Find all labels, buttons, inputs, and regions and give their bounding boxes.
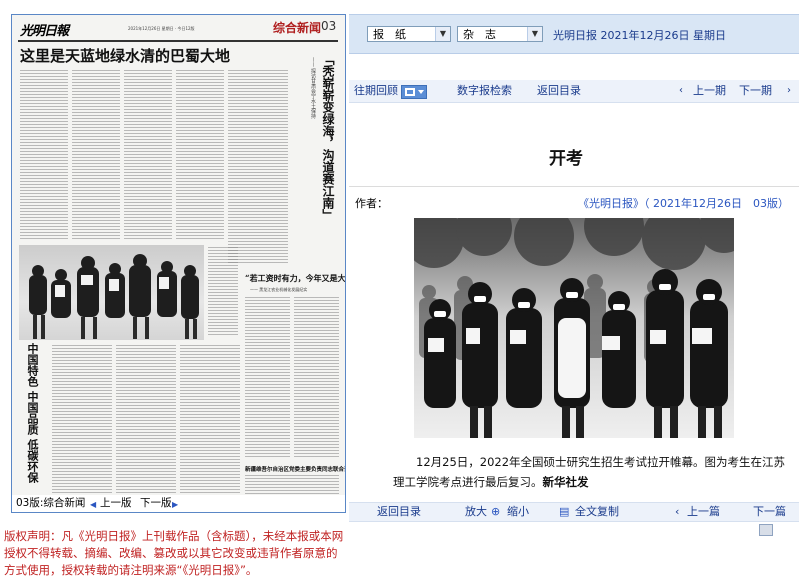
masthead-section: 综合新闻 xyxy=(273,21,322,35)
next-article-link[interactable]: 下一篇 xyxy=(753,503,786,521)
prev-issue-link[interactable]: 上一期 xyxy=(693,80,726,102)
article-nav-bar: 往期回顾 数字报检索 返回目录 ‹ 上一期 下一期 › xyxy=(349,80,799,103)
next-page-link[interactable]: 下一版 xyxy=(140,495,172,512)
issue-weekday: 星期日 xyxy=(693,29,726,42)
zoom-in-button[interactable]: 放大 xyxy=(465,503,487,521)
text-column xyxy=(124,70,172,240)
chevron-down-icon: ▼ xyxy=(435,27,450,41)
paper-mid-headline[interactable]: “若工资时有力，今年又是大丰收” xyxy=(245,273,345,284)
top-toolbar: 报 纸 ▼ 杂 志 ▼ 光明日报 2021年12月26日 星期日 xyxy=(349,14,799,54)
digital-search-link[interactable]: 数字报检索 xyxy=(457,80,512,102)
issue-date-text: 2021年12月26日 xyxy=(600,29,690,42)
masthead-meta: 2021年12月26日 星期日 · 今日12版 xyxy=(128,26,195,31)
author-label: 作者： xyxy=(355,197,388,210)
zoom-out-button[interactable]: 缩小 xyxy=(507,503,529,521)
text-column xyxy=(52,345,112,495)
photo-agency: 新华社发 xyxy=(542,475,589,489)
zoom-in-icon[interactable]: ⊕ xyxy=(491,503,500,521)
text-column xyxy=(180,345,240,495)
paper-mid-subtitle: —— 黑龙江农业机械化发展纪实 xyxy=(250,287,308,292)
prev-page-arrow-icon[interactable]: ◀ xyxy=(90,496,96,513)
issue-date: 光明日报 2021年12月26日 星期日 xyxy=(553,27,726,43)
paper-vertical-title[interactable]: 「秃崭崭变绿海，沟道赛江南」 xyxy=(317,53,339,221)
paper-vertical-subtitle: —— 探访甘肃会宁水土保持 xyxy=(310,57,316,119)
newspaper-logo: 光明日報 xyxy=(20,24,69,39)
page-section-label: 03版:综合新闻 xyxy=(16,497,86,509)
article-title: 开考 xyxy=(549,149,583,169)
article-pane: 报 纸 ▼ 杂 志 ▼ 光明日报 2021年12月26日 星期日 往期回顾 数字… xyxy=(349,0,799,580)
text-column xyxy=(116,345,176,495)
next-page-arrow-icon[interactable]: ▶ xyxy=(172,496,178,513)
newspaper-pane: 光明日報 2021年12月26日 星期日 · 今日12版 综合新闻 03 这里是… xyxy=(0,0,348,580)
masthead: 光明日報 2021年12月26日 星期日 · 今日12版 综合新闻 03 xyxy=(18,18,338,42)
paper-bottom-headline[interactable]: 新疆维吾尔自治区党委主要负责同志联合调研 xyxy=(245,465,345,473)
text-column xyxy=(176,70,224,240)
text-column xyxy=(245,297,290,457)
copy-full-text-button[interactable]: 全文复制 xyxy=(575,503,619,521)
next-issue-link[interactable]: 下一期 xyxy=(739,80,772,102)
article-photo[interactable] xyxy=(414,218,734,438)
newspaper-select-value: 报 纸 xyxy=(373,28,406,41)
magazine-select-value: 杂 志 xyxy=(463,28,496,41)
chevron-down-icon: ▼ xyxy=(527,27,542,41)
paper-headline[interactable]: 这里是天蓝地绿水清的巴蜀大地 xyxy=(20,45,230,66)
paper-name: 光明日报 xyxy=(553,29,597,42)
back-to-index-link[interactable]: 返回目录 xyxy=(537,80,581,102)
paper-photo-thumbnail[interactable] xyxy=(19,245,204,340)
prev-article-link[interactable]: 上一篇 xyxy=(687,503,720,521)
newspaper-page-image[interactable]: 光明日報 2021年12月26日 星期日 · 今日12版 综合新闻 03 这里是… xyxy=(11,14,346,512)
text-column xyxy=(20,70,68,240)
text-column xyxy=(72,70,120,240)
page-nav-bar: 03版:综合新闻 ◀ 上一版 下一版 ▶ xyxy=(11,495,346,513)
print-icon[interactable] xyxy=(759,524,773,536)
photo-caption-text: 12月25日，2022年全国硕士研究生招生考试拉开帷幕。图为考生在江苏理工学院考… xyxy=(393,455,786,489)
text-column xyxy=(228,70,288,265)
text-column xyxy=(294,297,339,457)
divider xyxy=(349,186,799,187)
prev-article-arrow-icon[interactable]: ‹ xyxy=(675,503,679,521)
photo-caption: 12月25日，2022年全国硕士研究生招生考试拉开帷幕。图为考生在江苏理工学院考… xyxy=(393,452,793,492)
text-column xyxy=(208,247,238,337)
prev-issue-arrow-icon[interactable]: ‹ xyxy=(679,80,683,102)
next-issue-arrow-icon[interactable]: › xyxy=(787,80,791,102)
archive-link[interactable]: 往期回顾 xyxy=(354,80,398,102)
article-tools-bar: 返回目录 放大 ⊕ 缩小 ▤ 全文复制 ‹ 上一篇 下一篇 xyxy=(349,502,799,522)
back-to-index-bottom-link[interactable]: 返回目录 xyxy=(377,503,421,521)
prev-page-link[interactable]: 上一版 xyxy=(100,495,132,512)
copyright-notice: 版权声明：凡《光明日报》上刊载作品（含标题），未经本报或本网授权不得转载、摘编、… xyxy=(4,529,344,577)
calendar-picker-button[interactable] xyxy=(401,85,427,99)
article-source: 《光明日报》（ 2021年12月26日 03版） xyxy=(578,197,789,210)
masthead-page-num: 03 xyxy=(321,19,337,33)
copy-icon[interactable]: ▤ xyxy=(559,503,569,521)
newspaper-select[interactable]: 报 纸 ▼ xyxy=(367,26,451,42)
paper-vertical-left-title[interactable]: 中国特色 中国品质 低碳环保 xyxy=(24,343,40,503)
magazine-select[interactable]: 杂 志 ▼ xyxy=(457,26,543,42)
